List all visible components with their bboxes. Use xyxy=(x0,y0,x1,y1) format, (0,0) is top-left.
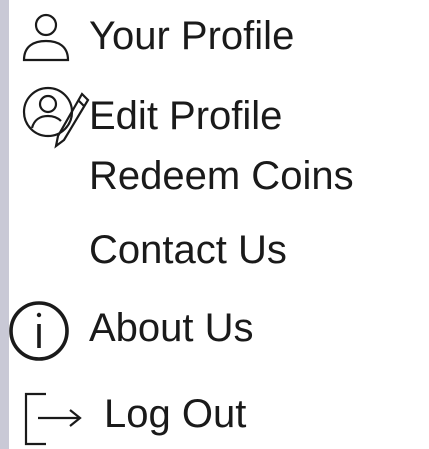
menu-label-about-us: About Us xyxy=(89,306,254,350)
menu-label-redeem-coins: Redeem Coins xyxy=(89,154,354,198)
logout-icon xyxy=(24,392,86,446)
menu-label-edit-profile: Edit Profile xyxy=(89,94,283,138)
menu-item-log-out[interactable]: Log Out xyxy=(0,378,429,446)
menu-item-contact-us[interactable]: Contact Us xyxy=(0,224,429,288)
user-edit-icon xyxy=(20,82,92,150)
info-icon xyxy=(8,300,70,362)
menu-item-redeem-coins[interactable]: Redeem Coins xyxy=(0,150,429,214)
menu-item-about-us[interactable]: About Us xyxy=(0,296,429,362)
menu-label-your-profile: Your Profile xyxy=(89,14,295,58)
menu-item-your-profile[interactable]: Your Profile xyxy=(0,4,429,68)
menu-label-log-out: Log Out xyxy=(104,392,247,436)
menu-label-contact-us: Contact Us xyxy=(89,228,287,272)
user-icon xyxy=(20,10,72,62)
profile-menu: Your Profile Edit Profile Redeem Coins C… xyxy=(0,0,429,449)
menu-item-edit-profile[interactable]: Edit Profile xyxy=(0,80,429,149)
